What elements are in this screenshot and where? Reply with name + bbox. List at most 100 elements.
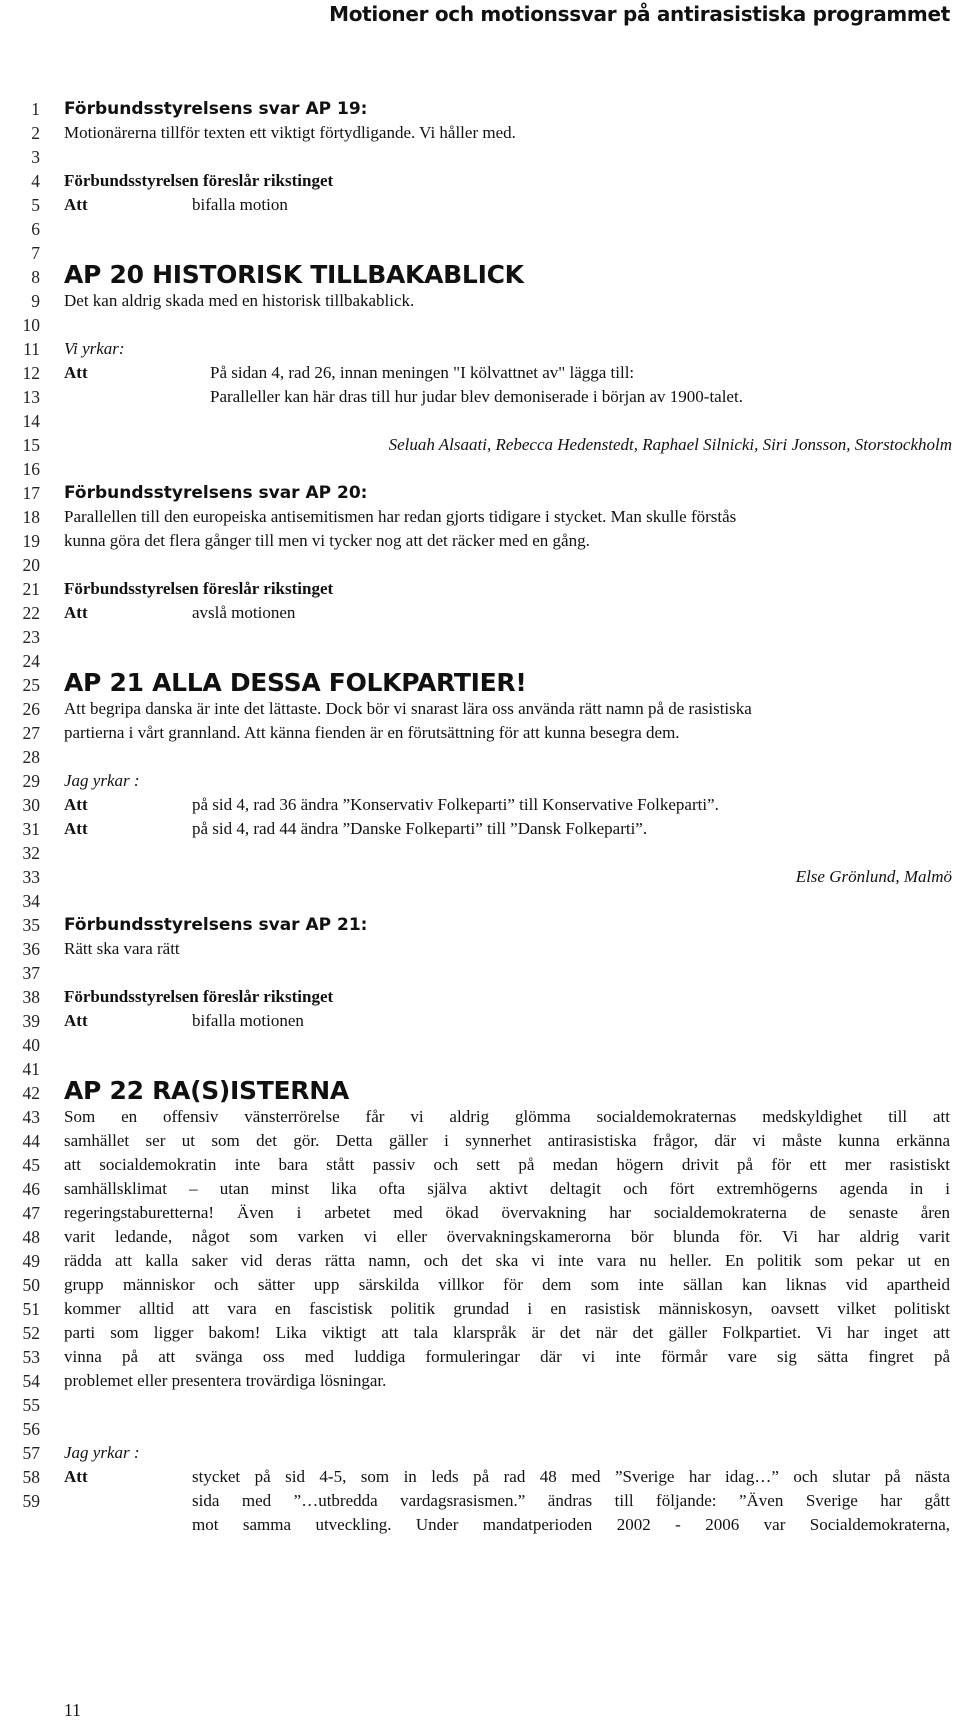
line-number: 28 <box>22 747 41 767</box>
paragraph-text: parti som ligger bakom! Lika viktigt att… <box>64 1323 950 1342</box>
line-number: 24 <box>22 651 41 671</box>
doc-line: Att stycket på sid 4-5, som in leds på r… <box>0 1465 960 1489</box>
signature: Seluah Alsaati, Rebecca Hedenstedt, Raph… <box>388 435 952 454</box>
paragraph-text: grupp människor och sätter upp särskilda… <box>64 1275 950 1294</box>
doc-line: Parallellen till den europeiska antisemi… <box>0 505 960 529</box>
doc-line: regeringstaburetterna! Även i arbetet me… <box>0 1201 960 1225</box>
doc-line: Motionärerna tillför texten ett viktigt … <box>0 121 960 145</box>
paragraph-text: problemet eller presentera trovärdiga lö… <box>64 1371 387 1390</box>
line-number: 10 <box>22 315 41 335</box>
doc-line: Vi yrkar: <box>0 337 960 361</box>
att-label: Att <box>64 363 88 382</box>
paragraph-text: Parallellen till den europeiska antisemi… <box>64 507 737 526</box>
doc-line: grupp människor och sätter upp särskilda… <box>0 1273 960 1297</box>
line-number: 20 <box>22 555 41 575</box>
doc-line: att socialdemokratin inte bara stått pas… <box>0 1153 960 1177</box>
line-number: 56 <box>22 1419 41 1439</box>
doc-line: AP 21 ALLA DESSA FOLKPARTIER! <box>0 669 960 697</box>
doc-line: Att bifalla motion <box>0 193 960 217</box>
running-header-title: Motioner och motionssvar på antirasistis… <box>329 2 950 26</box>
doc-line: Förbundsstyrelsens svar AP 19: <box>0 97 960 121</box>
doc-line: Förbundsstyrelsens svar AP 21: <box>0 913 960 937</box>
paragraph-text: varit ledande, något som varken vi eller… <box>64 1227 950 1246</box>
paragraph-text: Motionärerna tillför texten ett viktigt … <box>64 123 516 142</box>
proposal-label: Förbundsstyrelsen föreslår rikstinget <box>64 171 334 190</box>
doc-line: Else Grönlund, Malmö <box>0 865 960 889</box>
proposal-label: Förbundsstyrelsen föreslår rikstinget <box>64 579 334 598</box>
line-number: 55 <box>22 1395 41 1415</box>
att-label: Att <box>64 795 88 814</box>
att-text: bifalla motionen <box>192 1011 304 1030</box>
line-number: 37 <box>22 963 41 983</box>
doc-line: varit ledande, något som varken vi eller… <box>0 1225 960 1249</box>
doc-line: Jag yrkar : <box>0 769 960 793</box>
doc-line: mot samma utveckling. Under mandatperiod… <box>0 1513 960 1537</box>
att-text: på sid 4, rad 36 ändra ”Konservativ Folk… <box>192 795 719 814</box>
proposal-label: Förbundsstyrelsen föreslår rikstinget <box>64 987 334 1006</box>
paragraph-text: samhällsklimat – utan minst lika ofta sj… <box>64 1179 950 1198</box>
doc-line: Jag yrkar : <box>0 1441 960 1465</box>
section-heading-ap21-response: Förbundsstyrelsens svar AP 21: <box>64 915 368 935</box>
line-number: 32 <box>22 843 41 863</box>
doc-line: Att på sid 4, rad 44 ändra ”Danske Folke… <box>0 817 960 841</box>
doc-line: problemet eller presentera trovärdiga lö… <box>0 1369 960 1393</box>
page-number: 11 <box>64 1700 81 1720</box>
att-label: Att <box>64 195 88 214</box>
paragraph-text: att socialdemokratin inte bara stått pas… <box>64 1155 950 1174</box>
paragraph-text: regeringstaburetterna! Även i arbetet me… <box>64 1203 950 1222</box>
line-number: 14 <box>22 411 41 431</box>
section-heading-ap22: AP 22 RA(S)ISTERNA <box>64 1076 349 1105</box>
doc-line: Att begripa danska är inte det lättaste.… <box>0 697 960 721</box>
doc-line: Att bifalla motionen <box>0 1009 960 1033</box>
section-heading-ap20-response: Förbundsstyrelsens svar AP 20: <box>64 483 368 503</box>
line-number: 34 <box>22 891 41 911</box>
att-text: sida med ”…utbredda vardagsrasismen.” än… <box>192 1491 950 1510</box>
line-number: 7 <box>31 243 40 263</box>
att-text: på sid 4, rad 44 ändra ”Danske Folkepart… <box>192 819 648 838</box>
section-heading-ap21: AP 21 ALLA DESSA FOLKPARTIER! <box>64 668 527 697</box>
paragraph-text: Att begripa danska är inte det lättaste.… <box>64 699 752 718</box>
paragraph-text: rädda att kalla saker vid deras rätta na… <box>64 1251 950 1270</box>
paragraph-text: kunna göra det flera gånger till men vi … <box>64 531 590 550</box>
section-heading-ap20: AP 20 HISTORISK TILLBAKABLICK <box>64 260 524 289</box>
line-number: 6 <box>31 219 40 239</box>
paragraph-text: partierna i vårt grannland. Att känna fi… <box>64 723 680 742</box>
paragraph-text: samhället ser ut som det gör. Detta gäll… <box>64 1131 950 1150</box>
paragraph-text: Som en offensiv vänsterrörelse får vi al… <box>64 1107 950 1126</box>
doc-line: Rätt ska vara rätt <box>0 937 960 961</box>
doc-line: Seluah Alsaati, Rebecca Hedenstedt, Raph… <box>0 433 960 457</box>
doc-line: Förbundsstyrelsens svar AP 20: <box>0 481 960 505</box>
att-label: Att <box>64 1467 88 1486</box>
doc-line: Förbundsstyrelsen föreslår rikstinget <box>0 577 960 601</box>
att-text: Paralleller kan här dras till hur judar … <box>210 387 743 406</box>
doc-line: samhället ser ut som det gör. Detta gäll… <box>0 1129 960 1153</box>
doc-line: Det kan aldrig skada med en historisk ti… <box>0 289 960 313</box>
claim-label: Vi yrkar: <box>64 339 125 358</box>
claim-label: Jag yrkar : <box>64 771 140 790</box>
paragraph-text: Det kan aldrig skada med en historisk ti… <box>64 291 415 310</box>
doc-line: AP 22 RA(S)ISTERNA <box>0 1077 960 1105</box>
att-label: Att <box>64 1011 88 1030</box>
att-text: På sidan 4, rad 26, innan meningen "I kö… <box>210 363 635 382</box>
signature: Else Grönlund, Malmö <box>795 867 952 886</box>
line-number: 41 <box>22 1059 41 1079</box>
att-label: Att <box>64 819 88 838</box>
line-number: 16 <box>22 459 41 479</box>
att-text: bifalla motion <box>192 195 288 214</box>
doc-line: parti som ligger bakom! Lika viktigt att… <box>0 1321 960 1345</box>
doc-line: kommer alltid att vara en fascistisk pol… <box>0 1297 960 1321</box>
doc-line: Att på sid 4, rad 36 ändra ”Konservativ … <box>0 793 960 817</box>
paragraph-text: vinna på att svänga oss med luddiga form… <box>64 1347 950 1366</box>
doc-line: rädda att kalla saker vid deras rätta na… <box>0 1249 960 1273</box>
doc-line: Förbundsstyrelsen föreslår rikstinget <box>0 169 960 193</box>
doc-line: vinna på att svänga oss med luddiga form… <box>0 1345 960 1369</box>
paragraph-text: Rätt ska vara rätt <box>64 939 180 958</box>
doc-line: samhällsklimat – utan minst lika ofta sj… <box>0 1177 960 1201</box>
doc-line: AP 20 HISTORISK TILLBAKABLICK <box>0 261 960 289</box>
doc-line: Paralleller kan här dras till hur judar … <box>0 385 960 409</box>
section-heading-ap19-response: Förbundsstyrelsens svar AP 19: <box>64 99 368 119</box>
doc-line: kunna göra det flera gånger till men vi … <box>0 529 960 553</box>
doc-line: Som en offensiv vänsterrörelse får vi al… <box>0 1105 960 1129</box>
att-text: stycket på sid 4-5, som in leds på rad 4… <box>192 1467 950 1486</box>
doc-line: partierna i vårt grannland. Att känna fi… <box>0 721 960 745</box>
